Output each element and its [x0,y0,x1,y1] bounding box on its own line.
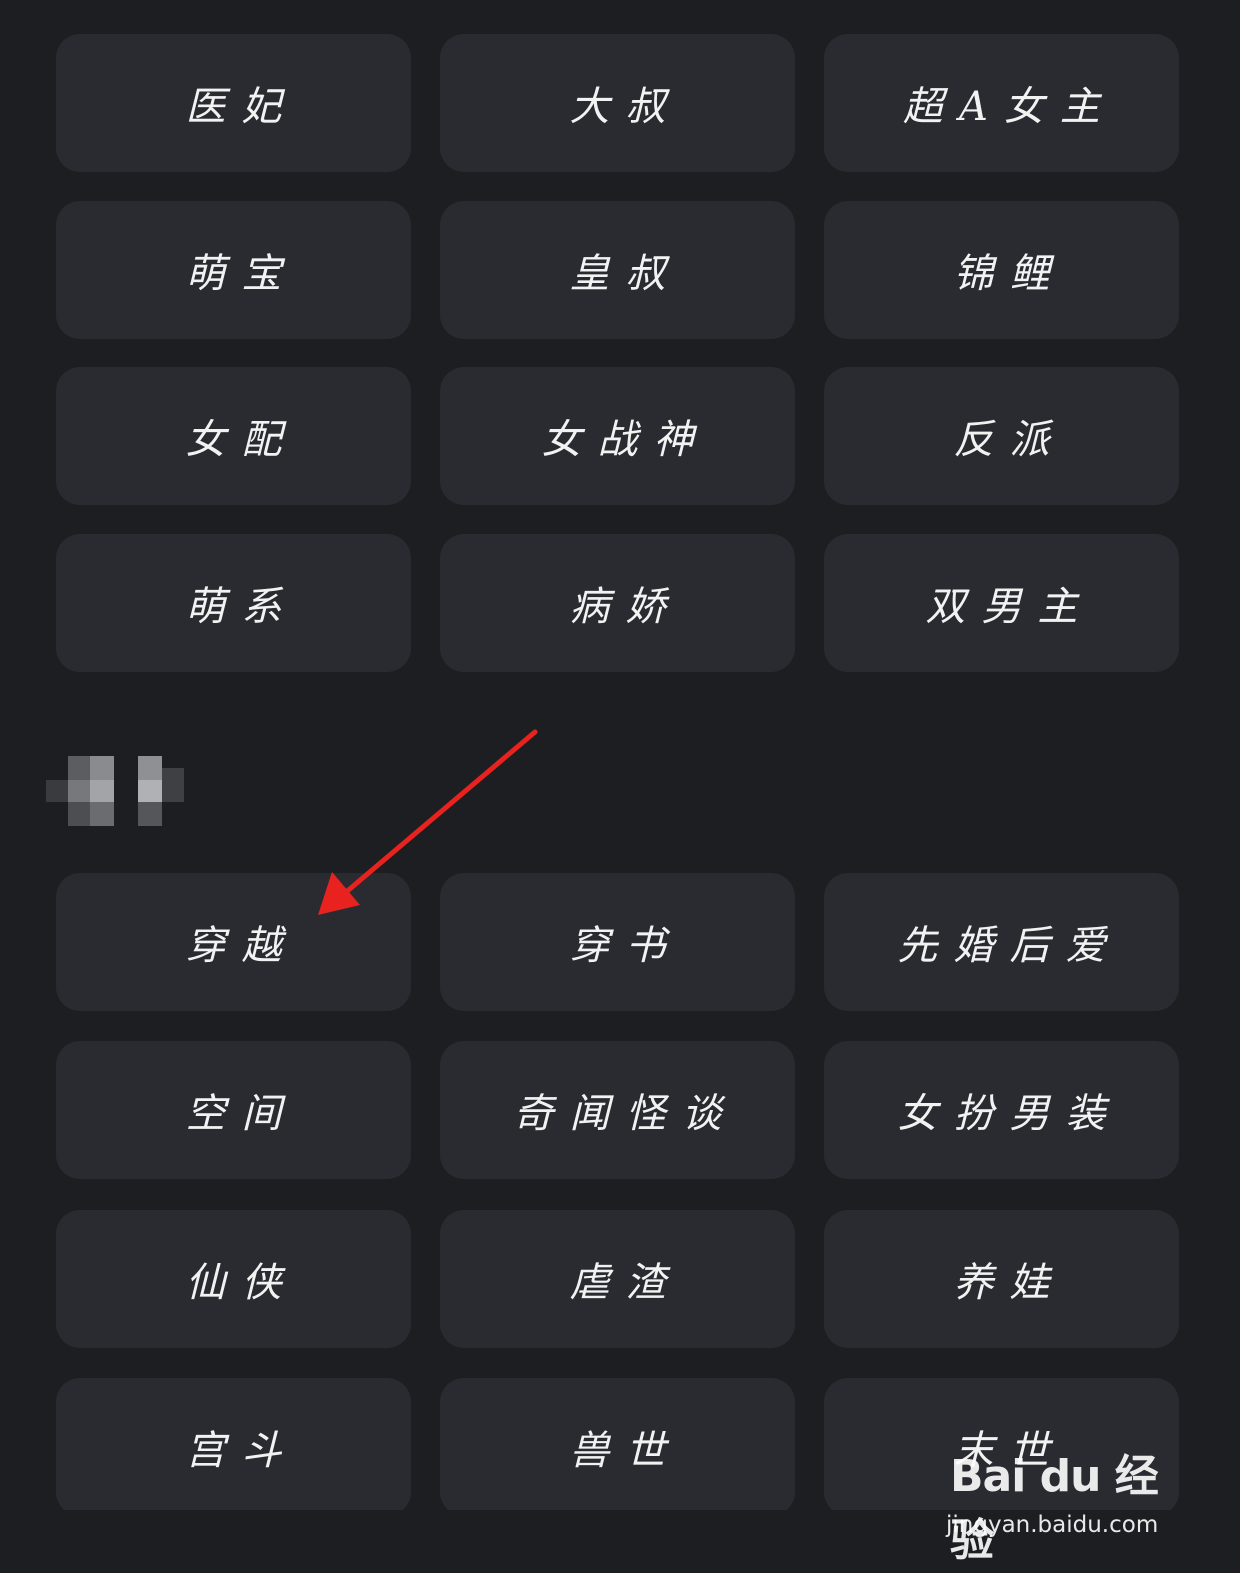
tag-button[interactable]: 反派 [824,367,1179,505]
tag-button[interactable]: 萌宝 [56,201,411,339]
section-title-redacted [46,756,186,826]
tag-button[interactable]: 穿书 [440,873,795,1011]
tag-button[interactable]: 病娇 [440,534,795,672]
tag-button[interactable]: 穿越 [56,873,411,1011]
tag-button[interactable]: 奇闻怪谈 [440,1041,795,1179]
watermark-logo: Bai du 经验 [950,1451,1159,1566]
tag-button[interactable]: 先婚后爱 [824,873,1179,1011]
tag-button[interactable]: 双男主 [824,534,1179,672]
tag-button[interactable]: 超A女主 [824,34,1179,172]
tag-button[interactable]: 养娃 [824,1210,1179,1348]
tag-button[interactable]: 兽世 [440,1378,795,1516]
tag-button[interactable]: 锦鲤 [824,201,1179,339]
tag-button[interactable]: 仙侠 [56,1210,411,1348]
tag-button[interactable]: 女战神 [440,367,795,505]
watermark-url: jingyan.baidu.com [946,1512,1159,1538]
baidu-jingyan-watermark: Bai du 经验 jingyan.baidu.com [946,1440,1176,1566]
tag-button[interactable]: 女配 [56,367,411,505]
tag-button[interactable]: 虐渣 [440,1210,795,1348]
tag-button[interactable]: 医妃 [56,34,411,172]
tag-button[interactable]: 空间 [56,1041,411,1179]
tag-button[interactable]: 女扮男装 [824,1041,1179,1179]
tag-button[interactable]: 皇叔 [440,201,795,339]
tag-button[interactable]: 大叔 [440,34,795,172]
tag-button[interactable]: 萌系 [56,534,411,672]
tag-button[interactable]: 宫斗 [56,1378,411,1516]
